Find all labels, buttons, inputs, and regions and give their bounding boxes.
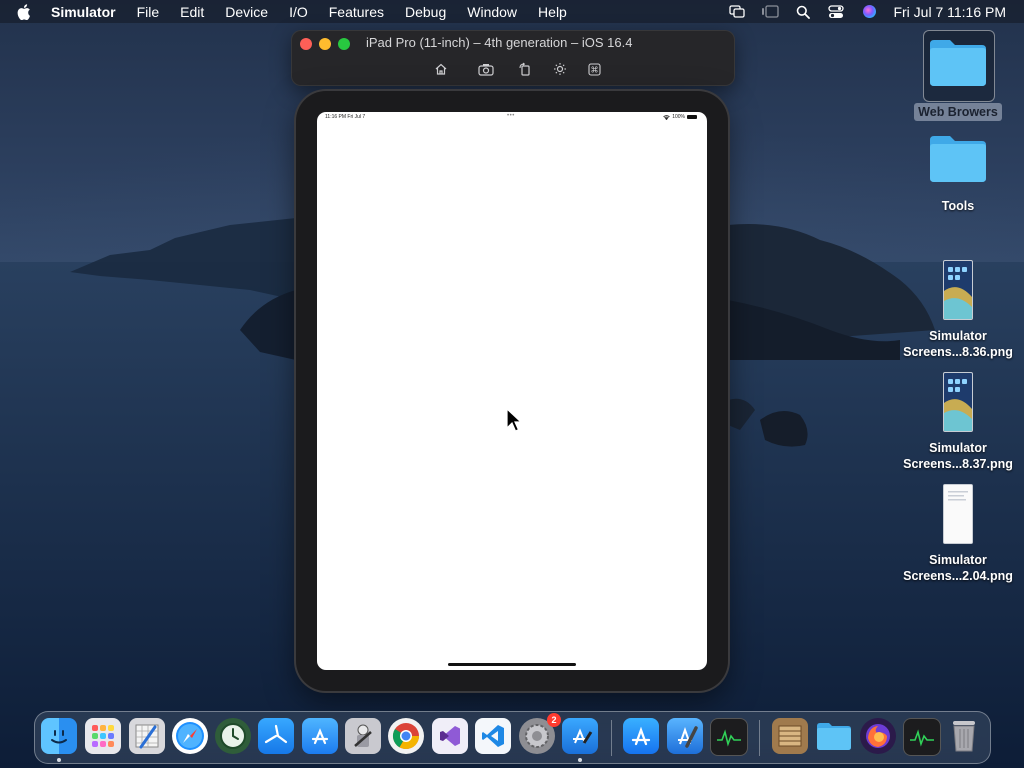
dock-separator [611, 720, 612, 756]
menu-help[interactable]: Help [538, 4, 567, 20]
apple-menu-icon[interactable] [17, 3, 37, 20]
control-center-icon[interactable] [827, 4, 845, 20]
wifi-icon [663, 114, 670, 120]
mouse-cursor-icon [506, 408, 522, 432]
simulator-window-toolbar[interactable]: iPad Pro (11-inch) – 4th generation – iO… [291, 30, 735, 86]
menu-bar: Simulator File Edit Device I/O Features … [0, 0, 1024, 23]
dock-running-indicator [578, 758, 582, 762]
menu-edit[interactable]: Edit [180, 4, 204, 20]
dock-activity-monitor-icon[interactable] [710, 718, 748, 756]
ipad-screen[interactable]: 11:16 PM Fri Jul 7 ••• 100% [317, 112, 707, 670]
keyboard-shortcut-icon[interactable]: ⌘ [584, 59, 604, 79]
dock-chrome-icon[interactable] [388, 718, 424, 754]
menu-device[interactable]: Device [225, 4, 268, 20]
rotate-icon[interactable] [515, 59, 535, 79]
ipad-device-frame: 11:16 PM Fri Jul 7 ••• 100% [296, 91, 728, 691]
dock-app-store-connect-icon[interactable] [302, 718, 338, 754]
dock-trash-icon[interactable] [946, 718, 982, 754]
spotlight-search-icon[interactable] [794, 4, 812, 20]
dock-activity-monitor-2-icon[interactable] [903, 718, 941, 756]
desktop-icon-label: Simulator Screens...2.04.png [903, 553, 1013, 583]
menu-app-name[interactable]: Simulator [51, 4, 116, 20]
dock-safari-icon[interactable] [172, 718, 208, 754]
ipad-status-bar: 11:16 PM Fri Jul 7 ••• 100% [317, 112, 707, 122]
screenshot-thumbnail-icon [943, 260, 973, 320]
dock-finder-icon[interactable] [41, 718, 77, 754]
dock-archive-utility-icon[interactable] [772, 718, 808, 754]
desktop-file-screenshot-2[interactable]: Simulator Screens...8.37.png [898, 372, 1018, 472]
dock-launchpad-icon[interactable] [85, 718, 121, 754]
menu-file[interactable]: File [137, 4, 160, 20]
brightness-icon[interactable] [550, 59, 570, 79]
menu-clock[interactable]: Fri Jul 7 11:16 PM [893, 4, 1006, 20]
home-indicator[interactable] [448, 663, 576, 666]
desktop-folder-web-browers[interactable]: Web Browers [898, 36, 1018, 121]
notification-badge: 2 [547, 713, 561, 727]
folder-icon [930, 136, 986, 182]
window-minimize-button[interactable] [319, 38, 331, 50]
window-close-button[interactable] [300, 38, 312, 50]
menu-debug[interactable]: Debug [405, 4, 446, 20]
dock-automator-icon[interactable] [345, 718, 381, 754]
dock-system-settings-icon[interactable]: 2 [519, 713, 561, 754]
dock-vscode-icon[interactable] [475, 718, 511, 754]
window-zoom-button[interactable] [338, 38, 350, 50]
dock-visual-studio-icon[interactable] [432, 718, 468, 754]
desktop-file-screenshot-3[interactable]: Simulator Screens...2.04.png [898, 484, 1018, 584]
desktop-icon-label: Web Browers [914, 103, 1002, 121]
desktop-icon-label: Tools [941, 199, 975, 213]
dock-xcode-icon[interactable] [667, 718, 703, 754]
battery-percent: 100% [672, 114, 685, 120]
dock-script-editor-icon[interactable] [129, 718, 165, 754]
desktop-icon-label: Simulator Screens...8.37.png [903, 441, 1013, 471]
desktop-file-screenshot-1[interactable]: Simulator Screens...8.36.png [898, 260, 1018, 360]
ipad-status-time: 11:16 PM Fri Jul 7 [325, 114, 366, 120]
stage-manager-icon[interactable] [761, 4, 780, 20]
ipad-multitasking-dots[interactable]: ••• [507, 113, 515, 119]
menu-features[interactable]: Features [329, 4, 384, 20]
simulator-window-title: iPad Pro (11-inch) – 4th generation – iO… [366, 35, 633, 50]
menu-window[interactable]: Window [467, 4, 517, 20]
dock-running-indicator [57, 758, 61, 762]
siri-icon[interactable] [860, 4, 878, 20]
svg-text:⌘: ⌘ [590, 65, 598, 74]
dock-xcode-simulator-icon[interactable] [562, 718, 598, 754]
home-icon[interactable] [431, 59, 451, 79]
screenshot-thumbnail-icon [943, 372, 973, 432]
screenshot-icon[interactable] [476, 59, 496, 79]
desktop-folder-tools[interactable]: Tools [898, 132, 1018, 215]
screen-mirroring-icon[interactable] [728, 4, 746, 20]
dock: 2 [34, 711, 991, 764]
desktop-icon-label: Simulator Screens...8.36.png [903, 329, 1013, 359]
dock-simulator-icon[interactable] [258, 718, 294, 754]
dock-firefox-icon[interactable] [860, 718, 896, 754]
dock-app-store-icon[interactable] [623, 718, 659, 754]
dock-time-machine-icon[interactable] [215, 718, 251, 754]
dock-folder-icon[interactable] [816, 718, 852, 754]
document-thumbnail-icon [943, 484, 973, 544]
dock-separator [759, 720, 760, 756]
battery-icon [687, 115, 697, 119]
menu-io[interactable]: I/O [289, 4, 308, 20]
folder-icon [930, 40, 986, 86]
